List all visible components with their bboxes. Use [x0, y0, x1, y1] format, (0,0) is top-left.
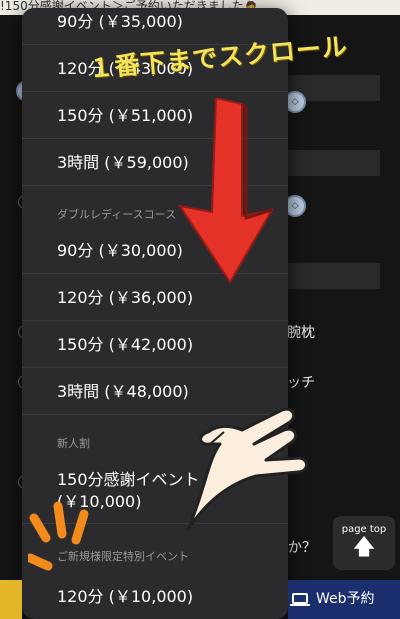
background-text-question: か？	[288, 540, 316, 556]
web-reservation-label: Web予約	[316, 591, 375, 607]
page-top-button[interactable]: page top 🡅	[333, 516, 395, 570]
bottom-action-bar: Web予約	[0, 580, 400, 619]
pointing-hand-icon	[186, 407, 308, 532]
emphasis-spark-icon	[28, 501, 89, 571]
background-text-touch: ッチ	[287, 375, 315, 391]
bottom-left-button[interactable]	[0, 580, 22, 619]
background-text-pillow: 腕枕	[287, 325, 315, 341]
option-item[interactable]: 150分 (￥42,000)	[22, 321, 288, 368]
page-top-label: page top	[341, 524, 387, 535]
web-reservation-button[interactable]: Web予約	[288, 580, 400, 619]
arrow-up-icon: 🡅	[352, 535, 376, 560]
down-arrow-icon	[177, 98, 274, 284]
laptop-icon	[290, 593, 310, 606]
